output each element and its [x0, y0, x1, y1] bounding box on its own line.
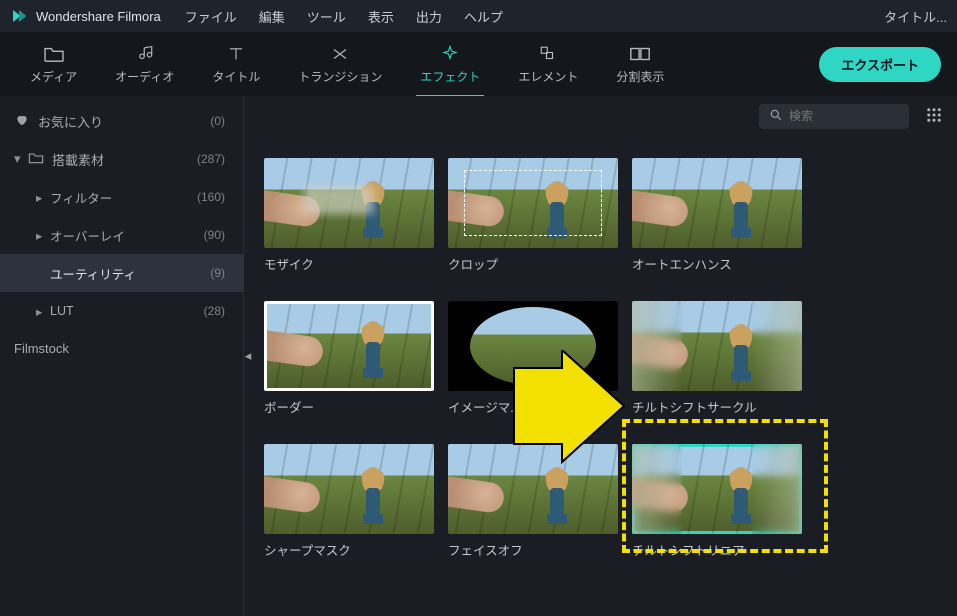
tab-audio[interactable]: オーディオ — [101, 38, 188, 91]
menu-help[interactable]: ヘルプ — [464, 7, 503, 26]
tab-label: タイトル — [212, 68, 260, 85]
effect-thumbnail — [448, 444, 618, 534]
export-button[interactable]: エクスポート — [819, 47, 941, 82]
menu-view[interactable]: 表示 — [368, 7, 394, 26]
effect-card-faceoff[interactable]: フェイスオフ — [448, 444, 618, 559]
effect-thumbnail — [264, 158, 434, 248]
sidebar-child-overlay[interactable]: ▸ オーバーレイ (90) — [0, 216, 243, 254]
sidebar-item-label: LUT — [50, 304, 204, 318]
effect-card-tiltlinear[interactable]: チルトシフトリニア — [632, 444, 802, 559]
category-tabs: メディア オーディオ タイトル トランジション エフェクト エレメント 分割表示… — [0, 32, 957, 96]
sidebar-builtin[interactable]: ▾ 搭載素材 (287) — [0, 140, 243, 178]
menu-output[interactable]: 出力 — [416, 7, 442, 26]
tab-element[interactable]: エレメント — [504, 38, 592, 91]
sidebar: お気に入り (0) ▾ 搭載素材 (287) ▸ フィルター (160) ▸ オ… — [0, 96, 244, 616]
tab-split[interactable]: 分割表示 — [602, 38, 678, 91]
effect-card-crop[interactable]: クロップ — [448, 158, 618, 273]
effect-thumbnail — [264, 444, 434, 534]
transition-icon — [329, 44, 351, 64]
chevron-right-icon: ▸ — [36, 228, 50, 243]
sidebar-item-label: オーバーレイ — [50, 226, 204, 245]
tab-label: エフェクト — [420, 68, 480, 85]
effect-thumbnail — [632, 158, 802, 248]
sidebar-item-label: お気に入り — [38, 112, 210, 131]
effect-card-autoenhance[interactable]: オートエンハンス — [632, 158, 802, 273]
effects-grid: モザイククロップオートエンハンスボーダーイメージマ... チルトシフトサークルシャ… — [244, 136, 957, 581]
sidebar-item-label: 搭載素材 — [52, 150, 197, 169]
effect-thumbnail — [632, 444, 802, 534]
menu-bar: ファイル 編集 ツール 表示 出力 ヘルプ — [185, 7, 503, 26]
effect-caption: シャープマスク — [264, 540, 434, 559]
menu-tool[interactable]: ツール — [307, 7, 346, 26]
music-icon — [134, 44, 156, 64]
sidebar-child-lut[interactable]: ▸ LUT (28) — [0, 292, 243, 330]
menu-edit[interactable]: 編集 — [259, 7, 285, 26]
effect-card-tiltcircle[interactable]: チルトシフトサークル — [632, 301, 802, 416]
app-logo — [10, 7, 28, 25]
tab-title[interactable]: タイトル — [198, 38, 274, 91]
sidebar-item-label: ユーティリティ — [50, 264, 210, 283]
heart-icon — [14, 113, 32, 130]
folder-icon — [43, 44, 65, 64]
sidebar-item-count: (160) — [197, 190, 225, 204]
effect-card-mosaic[interactable]: モザイク — [264, 158, 434, 273]
effect-card-border[interactable]: ボーダー — [264, 301, 434, 416]
main-area: お気に入り (0) ▾ 搭載素材 (287) ▸ フィルター (160) ▸ オ… — [0, 96, 957, 616]
tab-label: オーディオ — [115, 68, 174, 85]
sidebar-item-count: (90) — [204, 228, 225, 242]
titlebar: Wondershare Filmora ファイル 編集 ツール 表示 出力 ヘル… — [0, 0, 957, 32]
tab-label: メディア — [30, 68, 77, 85]
project-title: タイトル... — [884, 7, 947, 26]
split-icon — [629, 44, 651, 64]
content-pane: ◂ モザイククロップオートエンハンスボーダーイメージマ... チルトシフトサークル… — [244, 96, 957, 616]
shapes-icon — [537, 44, 559, 64]
folder-icon — [28, 151, 46, 168]
tab-media[interactable]: メディア — [16, 38, 91, 91]
sparkle-icon — [439, 44, 461, 64]
sidebar-favorites[interactable]: お気に入り (0) — [0, 102, 243, 140]
effect-caption: モザイク — [264, 254, 434, 273]
app-name: Wondershare Filmora — [36, 9, 161, 24]
sidebar-child-filter[interactable]: ▸ フィルター (160) — [0, 178, 243, 216]
effect-caption: ボーダー — [264, 397, 434, 416]
text-icon — [225, 44, 247, 64]
effect-caption: チルトシフトサークル — [632, 397, 802, 416]
tab-effect[interactable]: エフェクト — [406, 38, 494, 91]
effect-thumbnail — [448, 301, 618, 391]
effect-thumbnail — [264, 301, 434, 391]
tab-label: トランジション — [298, 68, 382, 85]
sidebar-child-utility[interactable]: ▸ ユーティリティ (9) — [0, 254, 243, 292]
effect-card-sharpmask[interactable]: シャープマスク — [264, 444, 434, 559]
menu-file[interactable]: ファイル — [185, 7, 237, 26]
effect-card-imagemask[interactable]: イメージマ... — [448, 301, 618, 416]
effect-caption: フェイスオフ — [448, 540, 618, 559]
sidebar-item-count: (0) — [210, 114, 225, 128]
sidebar-item-count: (9) — [210, 266, 225, 280]
tab-label: エレメント — [518, 68, 578, 85]
sidebar-collapse-handle[interactable]: ◂ — [243, 336, 253, 376]
sidebar-item-label: フィルター — [50, 188, 197, 207]
effect-caption: チルトシフトリニア — [632, 540, 802, 559]
sidebar-item-count: (28) — [204, 304, 225, 318]
content-topbar — [244, 96, 957, 136]
tab-label: 分割表示 — [616, 68, 664, 85]
chevron-down-icon: ▾ — [14, 151, 28, 167]
search-input[interactable] — [789, 109, 899, 123]
search-icon — [769, 108, 783, 125]
search-box[interactable] — [759, 104, 909, 129]
effect-caption: イメージマ... — [448, 397, 618, 416]
grid-view-icon[interactable] — [925, 106, 943, 127]
effect-caption: クロップ — [448, 254, 618, 273]
tab-transition[interactable]: トランジション — [284, 38, 396, 91]
effect-thumbnail — [632, 301, 802, 391]
effect-thumbnail — [448, 158, 618, 248]
sidebar-filmstock[interactable]: Filmstock — [0, 330, 243, 366]
effect-caption: オートエンハンス — [632, 254, 802, 273]
sidebar-item-count: (287) — [197, 152, 225, 166]
chevron-right-icon: ▸ — [36, 304, 50, 319]
chevron-right-icon: ▸ — [36, 190, 50, 205]
